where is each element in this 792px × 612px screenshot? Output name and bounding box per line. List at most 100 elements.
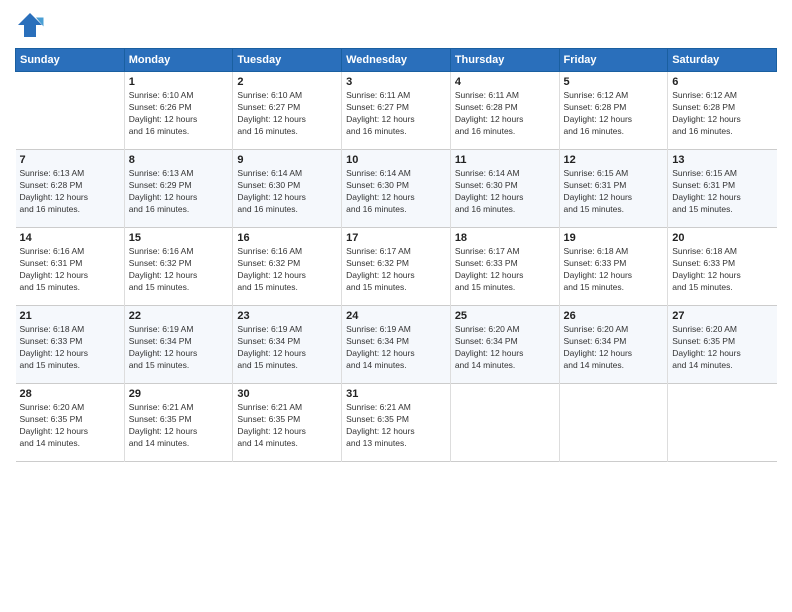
day-info: Sunrise: 6:12 AM Sunset: 6:28 PM Dayligh… — [672, 90, 772, 138]
day-number: 1 — [129, 76, 229, 88]
calendar-cell: 19 Sunrise: 6:18 AM Sunset: 6:33 PM Dayli… — [559, 228, 668, 306]
day-number: 17 — [346, 232, 446, 244]
header — [15, 10, 777, 40]
day-number: 4 — [455, 76, 555, 88]
week-row-1: 7 Sunrise: 6:13 AM Sunset: 6:28 PM Daylig… — [16, 150, 777, 228]
day-info: Sunrise: 6:12 AM Sunset: 6:28 PM Dayligh… — [564, 90, 664, 138]
day-info: Sunrise: 6:18 AM Sunset: 6:33 PM Dayligh… — [672, 246, 772, 294]
day-info: Sunrise: 6:17 AM Sunset: 6:33 PM Dayligh… — [455, 246, 555, 294]
calendar-cell: 20 Sunrise: 6:18 AM Sunset: 6:33 PM Dayli… — [668, 228, 777, 306]
day-info: Sunrise: 6:21 AM Sunset: 6:35 PM Dayligh… — [237, 402, 337, 450]
calendar-cell: 3 Sunrise: 6:11 AM Sunset: 6:27 PM Daylig… — [342, 72, 451, 150]
calendar-cell: 14 Sunrise: 6:16 AM Sunset: 6:31 PM Dayli… — [16, 228, 125, 306]
day-info: Sunrise: 6:19 AM Sunset: 6:34 PM Dayligh… — [129, 324, 229, 372]
calendar-cell: 13Sunrise: 6:15 AM Sunset: 6:31 PM Dayli… — [668, 150, 777, 228]
page: SundayMondayTuesdayWednesdayThursdayFrid… — [0, 0, 792, 612]
day-number: 8 — [129, 154, 229, 166]
calendar-cell: 12 Sunrise: 6:15 AM Sunset: 6:31 PM Dayli… — [559, 150, 668, 228]
calendar-body: 1Sunrise: 6:10 AM Sunset: 6:26 PM Daylig… — [16, 72, 777, 462]
day-number: 3 — [346, 76, 446, 88]
weekday-header-wednesday: Wednesday — [342, 49, 451, 72]
logo-icon — [15, 10, 45, 40]
calendar-cell — [668, 384, 777, 462]
calendar-cell: 10 Sunrise: 6:14 AM Sunset: 6:30 PM Dayli… — [342, 150, 451, 228]
day-number: 28 — [20, 388, 120, 400]
day-info: Sunrise: 6:14 AM Sunset: 6:30 PM Dayligh… — [455, 168, 555, 216]
weekday-header-sunday: Sunday — [16, 49, 125, 72]
day-number: 16 — [237, 232, 337, 244]
day-info: Sunrise: 6:16 AM Sunset: 6:32 PM Dayligh… — [237, 246, 337, 294]
calendar-cell: 25 Sunrise: 6:20 AM Sunset: 6:34 PM Dayli… — [450, 306, 559, 384]
calendar-cell: 15 Sunrise: 6:16 AM Sunset: 6:32 PM Dayli… — [124, 228, 233, 306]
day-number: 10 — [346, 154, 446, 166]
day-info: Sunrise: 6:14 AM Sunset: 6:30 PM Dayligh… — [237, 168, 337, 216]
day-number: 25 — [455, 310, 555, 322]
calendar-cell: 1Sunrise: 6:10 AM Sunset: 6:26 PM Daylig… — [124, 72, 233, 150]
day-info: Sunrise: 6:15 AM Sunset: 6:31 PM Dayligh… — [564, 168, 664, 216]
day-number: 15 — [129, 232, 229, 244]
calendar-cell: 6 Sunrise: 6:12 AM Sunset: 6:28 PM Daylig… — [668, 72, 777, 150]
day-number: 12 — [564, 154, 664, 166]
day-info: Sunrise: 6:20 AM Sunset: 6:35 PM Dayligh… — [20, 402, 120, 450]
calendar-cell: 4Sunrise: 6:11 AM Sunset: 6:28 PM Daylig… — [450, 72, 559, 150]
day-info: Sunrise: 6:21 AM Sunset: 6:35 PM Dayligh… — [346, 402, 446, 450]
calendar-cell: 8Sunrise: 6:13 AM Sunset: 6:29 PM Daylig… — [124, 150, 233, 228]
day-number: 11 — [455, 154, 555, 166]
day-number: 7 — [20, 154, 120, 166]
day-number: 31 — [346, 388, 446, 400]
day-number: 14 — [20, 232, 120, 244]
calendar-table: SundayMondayTuesdayWednesdayThursdayFrid… — [15, 48, 777, 462]
day-number: 27 — [672, 310, 772, 322]
calendar-cell: 2 Sunrise: 6:10 AM Sunset: 6:27 PM Daylig… — [233, 72, 342, 150]
calendar-cell: 7 Sunrise: 6:13 AM Sunset: 6:28 PM Daylig… — [16, 150, 125, 228]
day-number: 9 — [237, 154, 337, 166]
weekday-header-monday: Monday — [124, 49, 233, 72]
calendar-cell — [450, 384, 559, 462]
logo — [15, 10, 49, 40]
day-info: Sunrise: 6:18 AM Sunset: 6:33 PM Dayligh… — [20, 324, 120, 372]
weekday-header-tuesday: Tuesday — [233, 49, 342, 72]
weekday-row: SundayMondayTuesdayWednesdayThursdayFrid… — [16, 49, 777, 72]
day-number: 19 — [564, 232, 664, 244]
calendar-cell: 30 Sunrise: 6:21 AM Sunset: 6:35 PM Dayli… — [233, 384, 342, 462]
day-info: Sunrise: 6:11 AM Sunset: 6:27 PM Dayligh… — [346, 90, 446, 138]
weekday-header-friday: Friday — [559, 49, 668, 72]
day-info: Sunrise: 6:21 AM Sunset: 6:35 PM Dayligh… — [129, 402, 229, 450]
calendar-cell: 23 Sunrise: 6:19 AM Sunset: 6:34 PM Dayli… — [233, 306, 342, 384]
day-number: 13 — [672, 154, 772, 166]
day-number: 20 — [672, 232, 772, 244]
calendar-header: SundayMondayTuesdayWednesdayThursdayFrid… — [16, 49, 777, 72]
day-number: 30 — [237, 388, 337, 400]
calendar-cell: 17 Sunrise: 6:17 AM Sunset: 6:32 PM Dayli… — [342, 228, 451, 306]
week-row-4: 28 Sunrise: 6:20 AM Sunset: 6:35 PM Dayli… — [16, 384, 777, 462]
day-number: 18 — [455, 232, 555, 244]
day-number: 23 — [237, 310, 337, 322]
day-number: 22 — [129, 310, 229, 322]
day-number: 21 — [20, 310, 120, 322]
day-info: Sunrise: 6:19 AM Sunset: 6:34 PM Dayligh… — [237, 324, 337, 372]
day-info: Sunrise: 6:20 AM Sunset: 6:34 PM Dayligh… — [455, 324, 555, 372]
calendar-cell — [559, 384, 668, 462]
calendar-cell: 31 Sunrise: 6:21 AM Sunset: 6:35 PM Dayli… — [342, 384, 451, 462]
day-info: Sunrise: 6:20 AM Sunset: 6:34 PM Dayligh… — [564, 324, 664, 372]
day-info: Sunrise: 6:16 AM Sunset: 6:32 PM Dayligh… — [129, 246, 229, 294]
calendar-cell: 27 Sunrise: 6:20 AM Sunset: 6:35 PM Dayli… — [668, 306, 777, 384]
day-info: Sunrise: 6:14 AM Sunset: 6:30 PM Dayligh… — [346, 168, 446, 216]
calendar-cell: 18 Sunrise: 6:17 AM Sunset: 6:33 PM Dayli… — [450, 228, 559, 306]
day-info: Sunrise: 6:20 AM Sunset: 6:35 PM Dayligh… — [672, 324, 772, 372]
day-info: Sunrise: 6:17 AM Sunset: 6:32 PM Dayligh… — [346, 246, 446, 294]
calendar-cell: 9 Sunrise: 6:14 AM Sunset: 6:30 PM Daylig… — [233, 150, 342, 228]
day-number: 2 — [237, 76, 337, 88]
calendar-cell: 26 Sunrise: 6:20 AM Sunset: 6:34 PM Dayli… — [559, 306, 668, 384]
calendar-cell: 11 Sunrise: 6:14 AM Sunset: 6:30 PM Dayli… — [450, 150, 559, 228]
day-number: 6 — [672, 76, 772, 88]
calendar-cell: 22 Sunrise: 6:19 AM Sunset: 6:34 PM Dayli… — [124, 306, 233, 384]
day-info: Sunrise: 6:18 AM Sunset: 6:33 PM Dayligh… — [564, 246, 664, 294]
weekday-header-saturday: Saturday — [668, 49, 777, 72]
day-info: Sunrise: 6:16 AM Sunset: 6:31 PM Dayligh… — [20, 246, 120, 294]
day-number: 26 — [564, 310, 664, 322]
day-number: 29 — [129, 388, 229, 400]
day-info: Sunrise: 6:13 AM Sunset: 6:28 PM Dayligh… — [20, 168, 120, 216]
day-info: Sunrise: 6:19 AM Sunset: 6:34 PM Dayligh… — [346, 324, 446, 372]
day-info: Sunrise: 6:10 AM Sunset: 6:27 PM Dayligh… — [237, 90, 337, 138]
